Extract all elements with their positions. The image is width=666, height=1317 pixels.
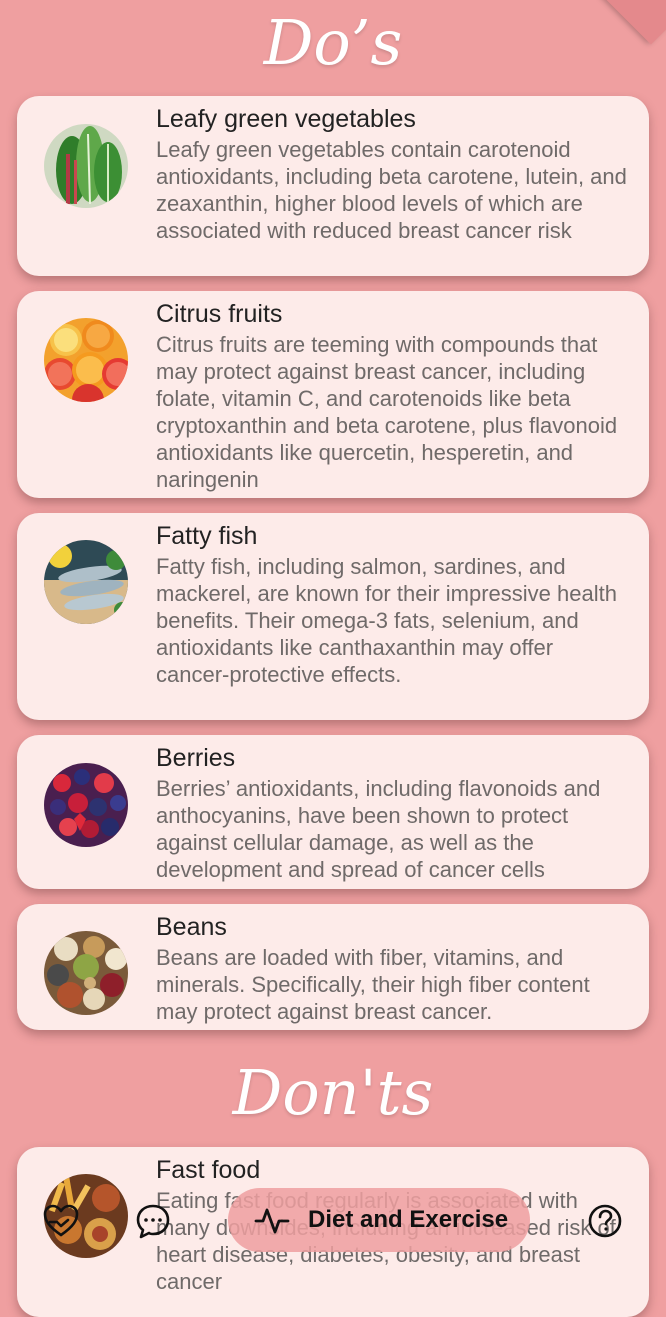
beans-image bbox=[44, 931, 128, 1015]
heart-hand-icon[interactable] bbox=[42, 1202, 80, 1240]
diet-card-beans[interactable]: Beans Beans are loaded with fiber, vitam… bbox=[17, 904, 649, 1030]
citrus-fruits-image bbox=[44, 318, 128, 402]
chat-bubble-icon[interactable] bbox=[134, 1202, 172, 1240]
diet-card-citrus[interactable]: Citrus fruits Citrus fruits are teeming … bbox=[17, 291, 649, 498]
diet-card-berries[interactable]: Berries Berries’ antioxidants, including… bbox=[17, 735, 649, 889]
berries-image bbox=[44, 763, 128, 847]
donts-heading: Don'ts bbox=[232, 1056, 434, 1129]
diet-card-leafy-greens[interactable]: Leafy green vegetables Leafy green veget… bbox=[17, 96, 649, 276]
card-title: Citrus fruits bbox=[156, 300, 283, 328]
card-title: Berries bbox=[156, 744, 236, 772]
help-circle-icon[interactable] bbox=[586, 1202, 624, 1240]
card-description: Citrus fruits are teeming with compounds… bbox=[156, 332, 618, 492]
card-title: Fast food bbox=[156, 1156, 261, 1184]
activity-pulse-icon bbox=[254, 1204, 290, 1236]
card-description: Fatty fish, including salmon, sardines, … bbox=[156, 554, 617, 687]
card-title: Leafy green vegetables bbox=[156, 105, 416, 133]
fatty-fish-image bbox=[44, 540, 128, 624]
nav-item-diet-exercise[interactable]: Diet and Exercise bbox=[228, 1188, 530, 1252]
card-title: Fatty fish bbox=[156, 522, 258, 550]
card-title: Beans bbox=[156, 913, 227, 941]
card-description: Beans are loaded with fiber, vitamins, a… bbox=[156, 945, 590, 1024]
card-description: Leafy green vegetables contain carotenoi… bbox=[156, 137, 627, 243]
leafy-greens-image bbox=[44, 124, 128, 208]
dos-heading: Do’s bbox=[263, 6, 403, 79]
nav-item-label: Diet and Exercise bbox=[308, 1206, 509, 1233]
card-description: Berries’ antioxidants, including flavono… bbox=[156, 776, 601, 882]
bottom-navigation: Diet and Exercise bbox=[0, 1186, 666, 1256]
diet-card-fatty-fish[interactable]: Fatty fish Fatty fish, including salmon,… bbox=[17, 513, 649, 720]
